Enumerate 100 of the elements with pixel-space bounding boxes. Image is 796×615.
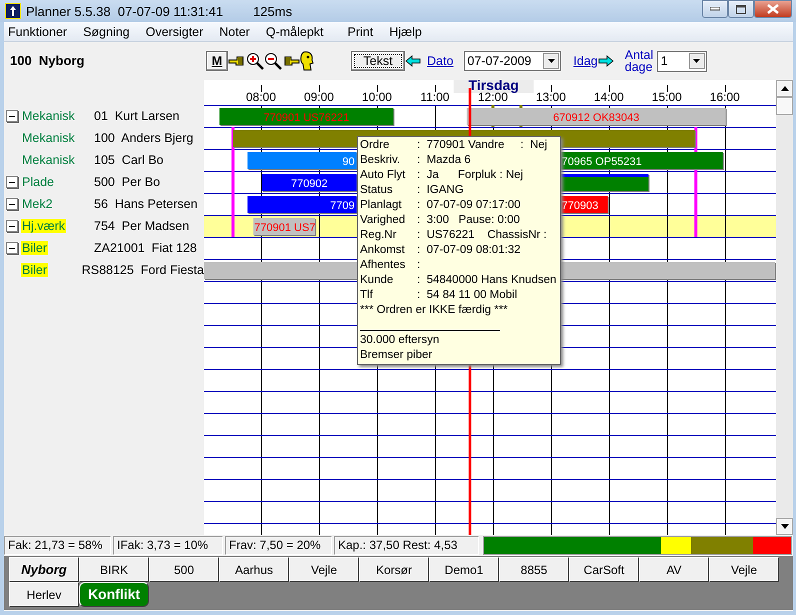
scroll-down-button[interactable] <box>776 518 793 535</box>
department-label: Mekanisk <box>21 130 76 145</box>
department-label: Hj.værk <box>21 218 66 233</box>
order-bar: 770901 US76221 <box>219 108 394 126</box>
department-label: Mekanisk <box>21 108 76 123</box>
tooltip-label: Varighed <box>360 213 406 228</box>
resource-label[interactable]: 105 Carl Bo <box>94 150 164 170</box>
date-dropdown[interactable]: 07-07-2009 <box>464 51 562 71</box>
status-field: Kap.: 37,50 Rest: 4,53 <box>334 536 479 555</box>
tooltip-comment: 30.000 eftersyn <box>360 333 440 348</box>
text-button[interactable]: Tekst <box>351 51 405 71</box>
hour-label: 10:00 <box>362 90 392 104</box>
tooltip-value: : Ja Forpluk : Nej <box>417 168 524 183</box>
tick-mark <box>319 85 320 92</box>
menu-item[interactable]: Hjælp <box>383 22 428 41</box>
order-bar: 7709 <box>248 196 358 214</box>
menu-item[interactable]: Q-målepkt <box>260 22 330 41</box>
tooltip-label: Afhentes <box>360 258 406 273</box>
resource-label[interactable]: 100 Anders Bjerg <box>94 128 194 148</box>
location-tab[interactable]: 500 <box>149 557 219 582</box>
app-icon <box>5 3 21 19</box>
tooltip-comment: Bremser piber <box>360 348 434 363</box>
tick-mark <box>667 85 668 92</box>
close-button[interactable] <box>754 0 792 18</box>
close-icon <box>767 4 779 14</box>
resource-label[interactable]: ZA21001 Fiat 128 <box>94 238 197 258</box>
tooltip-value: : 07-07-09 07:17:00 <box>417 198 521 213</box>
tooltip-label: Status <box>360 183 394 198</box>
location-tab[interactable]: Vejle <box>709 557 779 582</box>
left-arrow-icon[interactable] <box>405 55 421 67</box>
tooltip-value: : US76221 ChassisNr : <box>417 228 547 243</box>
days-dropdown[interactable]: 1 <box>656 50 707 72</box>
resource-label[interactable]: 754 Per Madsen <box>94 216 190 236</box>
tick-mark <box>261 85 262 92</box>
location-tab[interactable]: Demo1 <box>429 557 499 582</box>
department-label: Mekanisk <box>21 152 76 167</box>
collapse-toggle[interactable] <box>6 242 18 254</box>
collapse-toggle[interactable] <box>6 176 18 188</box>
vertical-scrollbar[interactable] <box>776 80 793 535</box>
location-tab[interactable]: Nyborg <box>9 557 79 582</box>
zoom-in-icon[interactable] <box>246 52 264 70</box>
location-tab[interactable]: CarSoft <box>569 557 639 582</box>
menu-item[interactable]: Funktioner <box>4 22 74 41</box>
collapse-toggle[interactable] <box>6 198 18 210</box>
location-tab[interactable]: Aarhus <box>219 557 289 582</box>
tick-mark <box>551 85 552 92</box>
maximize-icon <box>736 4 746 14</box>
tooltip-label: Kunde <box>360 273 394 288</box>
collapse-toggle[interactable] <box>6 110 18 122</box>
down-arrow-icon[interactable] <box>780 524 788 529</box>
menu-item[interactable]: Print <box>342 22 380 41</box>
location-tab[interactable]: Herlev <box>9 582 79 607</box>
up-arrow-icon[interactable] <box>780 86 788 91</box>
menu-item[interactable]: Søgning <box>77 22 136 41</box>
minimize-icon <box>710 7 720 11</box>
date-link[interactable]: Dato <box>427 52 454 70</box>
days-label: Antal dage <box>624 49 654 73</box>
order-bar: 670912 OK83043 <box>466 108 727 126</box>
scroll-up-button[interactable] <box>776 80 793 97</box>
location-tab[interactable]: Korsør <box>359 557 429 582</box>
right-arrow-icon[interactable] <box>598 55 614 67</box>
menu-item[interactable]: Oversigter <box>140 22 210 41</box>
resource-label[interactable]: 01 Kurt Larsen <box>94 106 180 126</box>
tooltip-label: Ankomst <box>360 243 406 258</box>
order-bar: 770901 US7 <box>253 218 316 236</box>
collapse-toggle[interactable] <box>6 220 18 232</box>
m-button[interactable]: M <box>206 51 228 71</box>
tick-mark <box>725 85 726 92</box>
menu-item[interactable]: Noter <box>213 22 256 41</box>
scroll-thumb[interactable] <box>776 97 793 115</box>
tooltip-label: Beskriv. <box>360 153 402 168</box>
location-tab[interactable]: BIRK <box>79 557 149 582</box>
hour-label: 15:00 <box>652 90 682 104</box>
hour-label: 08:00 <box>246 90 276 104</box>
resource-label[interactable]: 56 Hans Petersen <box>94 194 198 214</box>
tick-mark <box>435 85 436 92</box>
tooltip-value: : 07-07-09 08:01:32 <box>417 243 521 258</box>
department-label: Biler <box>21 240 48 255</box>
status-field: IFak: 3,73 = 10% <box>113 536 223 555</box>
tooltip-label: Planlagt <box>360 198 403 213</box>
today-link[interactable]: Idag <box>573 52 598 70</box>
caret-icon[interactable] <box>693 59 700 63</box>
tick-mark <box>377 85 378 92</box>
status-field: Fak: 21,73 = 58% <box>4 536 111 555</box>
figure-icon[interactable] <box>300 51 314 71</box>
location-tab[interactable]: AV <box>639 557 709 582</box>
window-title: Planner 5.5.38 07-07-09 11:31:41 <box>26 3 224 21</box>
maximize-button[interactable] <box>728 0 754 18</box>
caret-icon[interactable] <box>548 59 555 63</box>
zoom-out-icon[interactable] <box>264 52 282 70</box>
day-label: Tirsdag <box>454 80 534 93</box>
tooltip-label: Auto Flyt <box>360 168 406 183</box>
resource-label[interactable]: RS88125 Ford Fiesta <box>82 260 204 280</box>
order-bar: 90 <box>248 152 358 170</box>
minimize-button[interactable] <box>702 0 728 18</box>
location-tab[interactable]: Vejle <box>289 557 359 582</box>
timing-text: 125ms <box>253 3 292 21</box>
resource-label[interactable]: 500 Per Bo <box>94 172 160 192</box>
location-tab[interactable]: Konflikt <box>79 582 149 607</box>
location-tab[interactable]: 8855 <box>499 557 569 582</box>
